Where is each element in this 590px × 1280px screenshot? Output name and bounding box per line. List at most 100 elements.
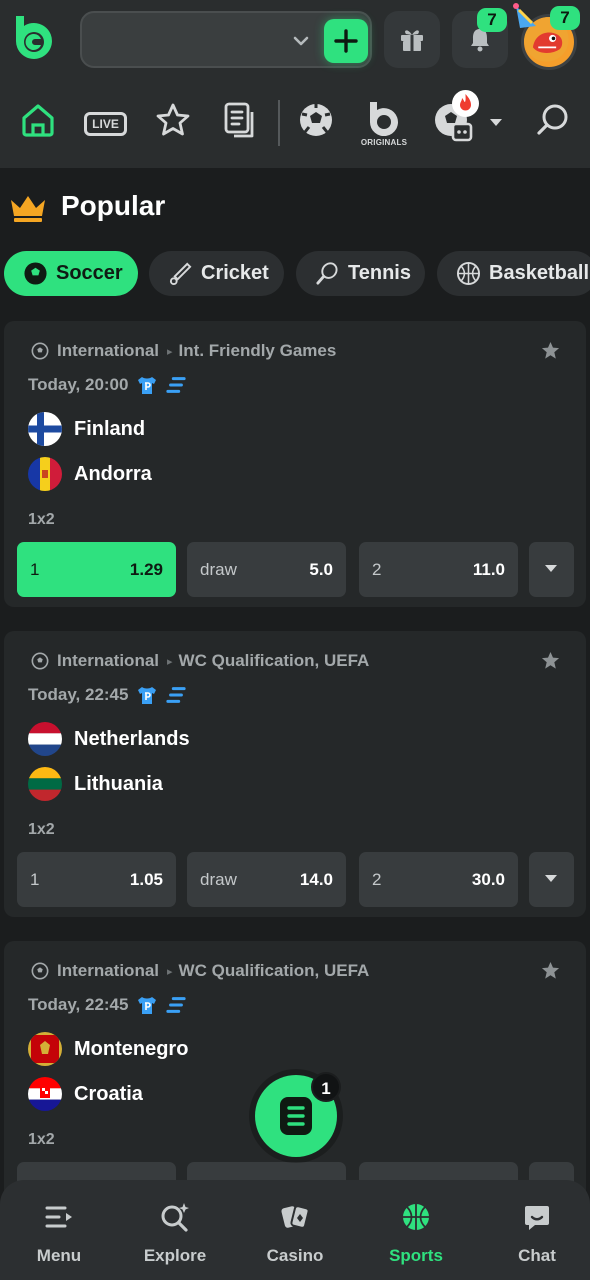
party-hat-icon	[513, 3, 536, 28]
odd-label: draw	[200, 870, 237, 889]
plus-icon	[334, 29, 358, 53]
basketball-icon	[456, 261, 481, 286]
chat-icon	[525, 1206, 549, 1230]
bottom-nav-casino[interactable]: Casino	[236, 1180, 354, 1280]
away-team[interactable]: Andorra	[28, 457, 152, 491]
originals-label: ORIGINALS	[360, 138, 408, 147]
favorite-star-icon[interactable]	[541, 961, 560, 980]
flag-lithuania-icon	[28, 767, 62, 801]
search-icon[interactable]	[535, 102, 571, 138]
explore-icon	[161, 1203, 189, 1232]
odd-button-away[interactable]: 2 11.0	[359, 542, 518, 597]
section-title: Popular	[61, 190, 166, 221]
breadcrumb-separator: ▸	[167, 345, 173, 358]
wallet-selector[interactable]	[80, 11, 372, 68]
bottom-nav-explore[interactable]: Explore	[116, 1180, 234, 1280]
home-icon[interactable]	[20, 102, 56, 138]
flag-netherlands-icon	[28, 722, 62, 756]
bottom-nav-label: Casino	[266, 1246, 324, 1265]
tab-label: Cricket	[201, 262, 269, 284]
tab-label: Tennis	[348, 262, 411, 284]
league-path: International ▸ Int. Friendly Games	[31, 341, 336, 361]
team-name: Montenegro	[74, 1037, 189, 1060]
betslip-fab-button[interactable]: 1	[255, 1072, 341, 1157]
star-icon[interactable]	[155, 102, 191, 138]
home-team[interactable]: Netherlands	[28, 722, 190, 756]
chevron-down-icon[interactable]	[489, 118, 503, 128]
match-time-row: Today, 22:45	[28, 685, 187, 705]
tab-soccer[interactable]: Soccer	[4, 251, 138, 296]
betslip-icon[interactable]	[222, 102, 258, 140]
league-name: Int. Friendly Games	[178, 341, 337, 360]
breadcrumb-separator: ▸	[167, 965, 173, 978]
league-category: International	[57, 961, 160, 980]
more-markets-button[interactable]	[529, 852, 574, 907]
tab-basketball[interactable]: Basketball	[437, 251, 590, 296]
league-category: International	[57, 341, 160, 360]
jersey-p-icon	[138, 377, 157, 394]
league-path: International ▸ WC Qualification, UEFA	[31, 651, 369, 671]
originals-icon[interactable]	[366, 100, 402, 136]
odd-label: 2	[372, 560, 382, 579]
odd-value: 1.29	[129, 560, 163, 579]
bottom-nav-label: Explore	[143, 1246, 207, 1265]
flag-montenegro-icon	[28, 1032, 62, 1066]
caret-down-icon	[545, 875, 557, 882]
chevron-down-icon[interactable]	[292, 33, 310, 49]
tab-tennis[interactable]: Tennis	[296, 251, 425, 296]
flag-croatia-icon	[28, 1077, 62, 1111]
soccer-ball-icon	[24, 262, 47, 285]
top-bar: 7 7	[0, 0, 590, 80]
casino-cards-icon	[281, 1205, 310, 1229]
bottom-nav: Menu Explore Casino Sports Chat	[0, 1180, 590, 1280]
tab-label: Basketball	[489, 262, 590, 284]
home-team[interactable]: Finland	[28, 412, 145, 446]
match-time-row: Today, 22:45	[28, 995, 187, 1015]
nav-divider	[278, 100, 280, 146]
odd-button-away[interactable]: 2 30.0	[359, 852, 518, 907]
tab-label: Soccer	[56, 262, 123, 284]
odd-label: draw	[200, 560, 237, 579]
favorite-star-icon[interactable]	[541, 651, 560, 670]
league-path: International ▸ WC Qualification, UEFA	[31, 961, 369, 981]
crown-icon	[11, 196, 45, 222]
bottom-nav-menu[interactable]: Menu	[0, 1180, 118, 1280]
match-card[interactable]: International ▸ WC Qualification, UEFA T…	[4, 631, 586, 917]
jersey-p-icon	[138, 687, 157, 704]
odd-button-home[interactable]: 1 1.05	[17, 852, 176, 907]
rewards-button[interactable]	[384, 11, 440, 68]
odd-value: 30.0	[471, 870, 505, 889]
home-team[interactable]: Montenegro	[28, 1032, 188, 1066]
stats-stripes-icon	[166, 377, 187, 393]
odd-button-home[interactable]: 1 1.29	[17, 542, 176, 597]
bottom-nav-chat[interactable]: Chat	[478, 1180, 590, 1280]
match-time: Today, 20:00	[28, 375, 129, 394]
tab-cricket[interactable]: Cricket	[149, 251, 284, 296]
stats-stripes-icon	[166, 997, 187, 1013]
favorite-star-icon[interactable]	[541, 341, 560, 360]
fire-badge	[452, 90, 479, 117]
match-card[interactable]: International ▸ Int. Friendly Games Toda…	[4, 321, 586, 607]
menu-icon	[45, 1206, 72, 1228]
live-button[interactable]: LIVE	[84, 112, 127, 136]
gift-icon	[401, 30, 423, 51]
team-name: Netherlands	[74, 727, 190, 750]
brand-logo-icon[interactable]	[12, 14, 56, 62]
soccer-ball-icon[interactable]	[298, 102, 334, 138]
away-team[interactable]: Croatia	[28, 1077, 143, 1111]
betslip-count-badge: 1	[311, 1072, 341, 1102]
bottom-nav-sports[interactable]: Sports	[357, 1180, 475, 1280]
odd-button-draw[interactable]: draw 5.0	[187, 542, 346, 597]
soccer-ball-icon	[31, 652, 49, 670]
flag-andorra-icon	[28, 457, 62, 491]
deposit-button[interactable]	[324, 19, 368, 63]
away-team[interactable]: Lithuania	[28, 767, 163, 801]
market-label: 1x2	[28, 1131, 55, 1148]
breadcrumb-separator: ▸	[167, 655, 173, 668]
team-name: Lithuania	[74, 772, 163, 795]
more-markets-button[interactable]	[529, 542, 574, 597]
fire-icon	[460, 94, 471, 111]
odd-button-draw[interactable]: draw 14.0	[187, 852, 346, 907]
market-label: 1x2	[28, 511, 55, 528]
odd-label: 1	[30, 870, 40, 889]
